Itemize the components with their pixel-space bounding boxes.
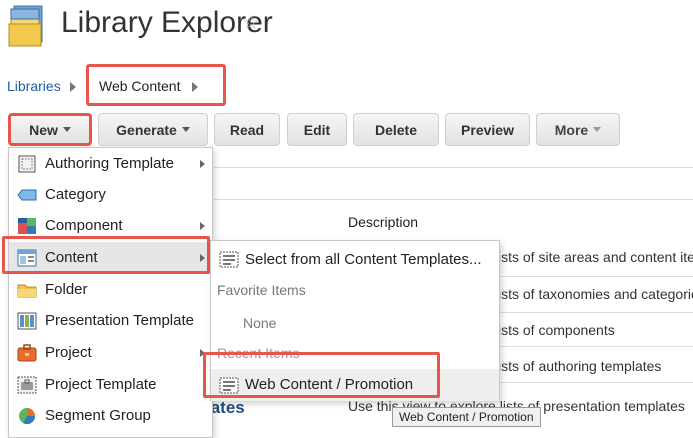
tooltip: Web Content / Promotion [392, 407, 541, 427]
menu-item-label: Folder [45, 281, 88, 298]
generate-button[interactable]: Generate [98, 113, 208, 146]
menu-item-authoring-template[interactable]: Authoring Template [9, 148, 212, 179]
menu-item-segment-group[interactable]: Segment Group [9, 400, 212, 431]
breadcrumb-arrow-icon [70, 82, 76, 92]
new-button[interactable]: New [8, 113, 92, 146]
star-outline-icon[interactable]: ☆ [242, 10, 260, 35]
breadcrumb-arrow-icon[interactable] [192, 82, 198, 92]
new-button-label: New [29, 121, 58, 138]
folder-icon [17, 284, 37, 297]
menu-item-label: Category [45, 186, 106, 203]
library-explorer-icon [8, 4, 46, 48]
menu-item-category[interactable]: Category [9, 179, 212, 210]
divider [498, 382, 693, 383]
divider [214, 199, 693, 200]
content-highlight [2, 236, 210, 274]
presentation-template-icon [17, 312, 37, 329]
new-dropdown-menu: Authoring Template Category Component Co… [8, 147, 213, 438]
page-title: Library Explorer [61, 6, 273, 39]
preview-button[interactable]: Preview [445, 113, 530, 146]
edit-button-label: Edit [303, 121, 331, 138]
table-row-description: ists of site areas and content iter [498, 249, 693, 265]
divider [498, 276, 693, 277]
preview-button-label: Preview [461, 121, 514, 138]
component-icon [18, 217, 36, 234]
menu-item-folder[interactable]: Folder [9, 274, 212, 305]
delete-button-label: Delete [374, 121, 418, 138]
menu-item-label: Project [45, 344, 92, 361]
menu-item-label: Segment Group [45, 407, 151, 424]
menu-item-label: Presentation Template [45, 312, 194, 329]
project-icon [17, 343, 37, 361]
read-button[interactable]: Read [214, 113, 280, 146]
generate-button-label: Generate [116, 121, 177, 138]
menu-item-label: Component [45, 217, 123, 234]
submenu-arrow-icon [200, 221, 205, 230]
authoring-template-icon [18, 155, 36, 172]
menu-item-label: Authoring Template [45, 155, 174, 172]
select-all-content-templates[interactable]: Select from all Content Templates... [211, 243, 499, 276]
divider [498, 346, 693, 347]
breadcrumb-libraries[interactable]: Libraries [7, 78, 61, 94]
favorite-items-none: None [243, 315, 277, 331]
menu-item-label: Project Template [45, 376, 157, 393]
breadcrumb-web-content[interactable]: Web Content [99, 78, 180, 94]
divider [498, 312, 693, 313]
content-template-icon [219, 251, 239, 268]
chevron-down-icon [593, 127, 602, 132]
menu-item-project-template[interactable]: Project Template [9, 369, 212, 400]
select-all-label: Select from all Content Templates... [245, 251, 482, 268]
edit-button[interactable]: Edit [287, 113, 347, 146]
submenu-arrow-icon [200, 159, 205, 168]
project-template-icon [17, 376, 37, 393]
favorite-items-header: Favorite Items [217, 282, 306, 298]
more-button[interactable]: More [536, 113, 620, 146]
menu-item-presentation-template[interactable]: Presentation Template [9, 305, 212, 336]
menu-item-project[interactable]: Project [9, 337, 212, 368]
chevron-down-icon [62, 127, 71, 132]
divider [214, 167, 693, 168]
category-icon [17, 189, 37, 200]
segment-group-icon [19, 407, 36, 424]
table-row-description: ists of taxonomies and categorie [498, 286, 693, 302]
description-column-header: Description [348, 214, 419, 230]
table-row-description: ists of authoring templates [498, 358, 662, 374]
read-button-label: Read [229, 121, 265, 138]
table-row-description: ists of components [498, 322, 615, 338]
recent-item-highlight [203, 352, 440, 398]
more-button-label: More [554, 121, 589, 138]
chevron-down-icon [181, 127, 190, 132]
delete-button[interactable]: Delete [353, 113, 439, 146]
